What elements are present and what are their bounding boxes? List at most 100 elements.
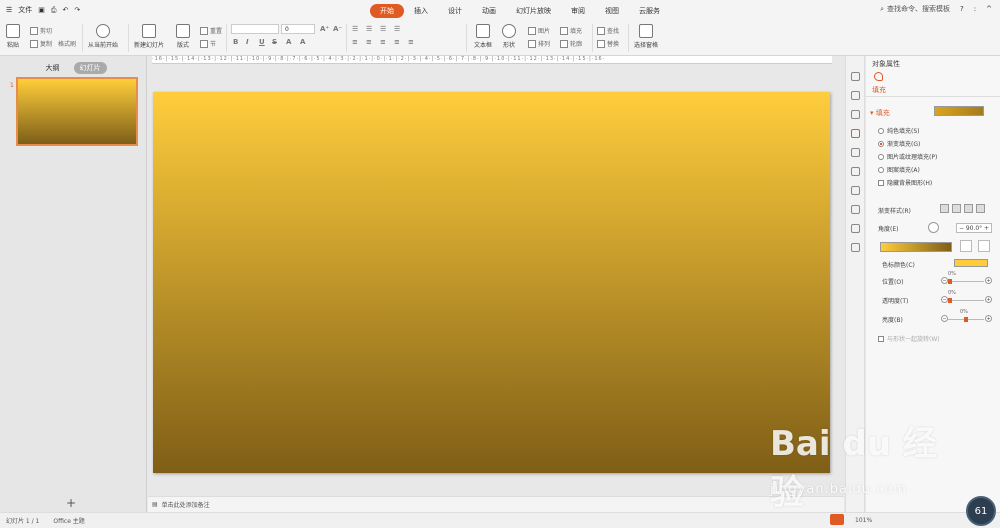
- remove-stop-icon[interactable]: [978, 240, 990, 252]
- shape-button[interactable]: 形状: [502, 24, 516, 49]
- align-left-icon[interactable]: ≡: [352, 38, 358, 46]
- gradient-fill-radio[interactable]: 渐变填充(G): [878, 139, 920, 148]
- transparency-decrement[interactable]: −: [941, 296, 948, 303]
- table-icon[interactable]: [850, 186, 860, 195]
- transparency-increment[interactable]: +: [985, 296, 992, 303]
- notes-pane[interactable]: ▤ 单击此处添加备注: [148, 496, 844, 512]
- layout-button[interactable]: 版式: [176, 24, 190, 49]
- position-increment[interactable]: +: [985, 277, 992, 284]
- angle-value[interactable]: 90.0°: [966, 225, 982, 232]
- replace-button[interactable]: 替换: [597, 39, 619, 48]
- slider-handle[interactable]: [948, 298, 952, 303]
- angle-stepper[interactable]: − 90.0° +: [956, 223, 992, 233]
- angle-dial[interactable]: [928, 222, 939, 233]
- indent-icon[interactable]: ☰: [380, 25, 386, 33]
- fill-color-dropdown[interactable]: [934, 106, 984, 116]
- reset-button[interactable]: 重置: [200, 26, 222, 35]
- text-effect-icon[interactable]: A: [300, 38, 305, 46]
- slide[interactable]: [153, 92, 830, 473]
- find-button[interactable]: 查找: [597, 26, 619, 35]
- solid-fill-radio[interactable]: 纯色填充(S): [878, 126, 920, 135]
- hide-background-checkbox[interactable]: 隐藏背景图形(H): [878, 178, 932, 187]
- radial-gradient-icon[interactable]: [952, 204, 961, 213]
- tab-home[interactable]: 开始: [370, 4, 404, 18]
- slide-thumbnail[interactable]: [16, 77, 138, 146]
- collapse-ribbon-icon[interactable]: ^: [986, 5, 992, 13]
- home-icon[interactable]: [850, 72, 860, 81]
- slider-handle[interactable]: [964, 317, 968, 322]
- slideshow-play-button[interactable]: [830, 514, 844, 525]
- paste-button[interactable]: 粘贴: [6, 24, 20, 49]
- cut-button[interactable]: 剪切: [30, 26, 52, 35]
- align-center-icon[interactable]: ≡: [366, 38, 372, 46]
- stop-color-dropdown[interactable]: [954, 259, 988, 267]
- save-icon[interactable]: ▣: [38, 6, 45, 14]
- more-icon[interactable]: :: [974, 5, 976, 13]
- path-gradient-icon[interactable]: [976, 204, 985, 213]
- font-size-select[interactable]: 0: [281, 24, 315, 34]
- align-right-icon[interactable]: ≡: [380, 38, 386, 46]
- menu-icon[interactable]: ☰: [6, 6, 12, 14]
- properties-icon[interactable]: [850, 129, 860, 138]
- picture-fill-radio[interactable]: 图片或纹理填充(P): [878, 152, 937, 161]
- redo-icon[interactable]: ↷: [74, 6, 80, 14]
- copy-icon[interactable]: [850, 91, 860, 100]
- underline-button[interactable]: U: [259, 38, 265, 46]
- print-icon[interactable]: ⎙: [51, 6, 57, 15]
- tab-design[interactable]: 设计: [438, 4, 472, 18]
- fill-section-header[interactable]: ▾ 填充: [870, 108, 890, 118]
- help-icon[interactable]: [850, 224, 860, 233]
- strikethrough-button[interactable]: S: [272, 38, 277, 46]
- add-stop-icon[interactable]: [960, 240, 972, 252]
- shape-icon[interactable]: [850, 110, 860, 119]
- select-pane-button[interactable]: 选择窗格: [634, 24, 658, 49]
- add-slide-button[interactable]: +: [66, 496, 76, 510]
- copy-button[interactable]: 复制: [30, 39, 52, 48]
- undo-icon[interactable]: ↶: [63, 6, 69, 14]
- brightness-decrement[interactable]: −: [941, 315, 948, 322]
- increment-button[interactable]: +: [984, 225, 989, 232]
- picture-button[interactable]: 图片: [528, 26, 550, 35]
- font-name-select[interactable]: [231, 24, 279, 34]
- tab-insert[interactable]: 插入: [404, 4, 438, 18]
- tab-review[interactable]: 审阅: [561, 4, 595, 18]
- from-current-button[interactable]: 从当前开始: [88, 24, 118, 49]
- brightness-increment[interactable]: +: [985, 315, 992, 322]
- bullets-icon[interactable]: ☰: [352, 25, 358, 33]
- slider-handle[interactable]: [948, 279, 952, 284]
- brush-icon[interactable]: [850, 148, 860, 157]
- textbox-button[interactable]: 文本框: [474, 24, 492, 49]
- fill-button[interactable]: 填充: [560, 26, 582, 35]
- tab-cloud[interactable]: 云服务: [629, 4, 670, 18]
- arrange-button[interactable]: 排列: [528, 39, 550, 48]
- rotate-with-shape-checkbox[interactable]: 与形状一起旋转(W): [878, 334, 940, 343]
- new-slide-button[interactable]: 新建幻灯片: [134, 24, 164, 49]
- decrement-button[interactable]: −: [959, 225, 964, 232]
- command-search[interactable]: ⌕ 查找命令、搜索模板: [880, 4, 950, 14]
- section-button[interactable]: 节: [200, 39, 216, 48]
- pattern-fill-radio[interactable]: 图案填充(A): [878, 165, 920, 174]
- justify-icon[interactable]: ≡: [394, 38, 400, 46]
- bold-button[interactable]: B: [233, 38, 238, 46]
- help-icon[interactable]: ?: [960, 5, 964, 13]
- decrease-font-icon[interactable]: A⁻: [333, 25, 342, 33]
- linear-gradient-icon[interactable]: [940, 204, 949, 213]
- outline-button[interactable]: 轮廓: [560, 39, 582, 48]
- distribute-icon[interactable]: ≡: [408, 38, 414, 46]
- numbering-icon[interactable]: ☰: [366, 25, 372, 33]
- brightness-slider[interactable]: [948, 317, 984, 322]
- italic-button[interactable]: I: [246, 38, 249, 46]
- position-decrement[interactable]: −: [941, 277, 948, 284]
- gradient-stops-bar[interactable]: [880, 242, 952, 252]
- fill-icon[interactable]: [874, 72, 883, 81]
- tab-slides[interactable]: 幻灯片: [73, 62, 107, 74]
- zoom-level[interactable]: 101%: [855, 517, 872, 524]
- outdent-icon[interactable]: ☰: [394, 25, 400, 33]
- font-color-icon[interactable]: A: [286, 38, 291, 46]
- star-icon[interactable]: [850, 167, 860, 176]
- tab-view[interactable]: 视图: [595, 4, 629, 18]
- increase-font-icon[interactable]: A⁺: [320, 25, 329, 33]
- position-slider[interactable]: [948, 279, 984, 284]
- tab-slideshow[interactable]: 幻灯片放映: [506, 4, 561, 18]
- rect-gradient-icon[interactable]: [964, 204, 973, 213]
